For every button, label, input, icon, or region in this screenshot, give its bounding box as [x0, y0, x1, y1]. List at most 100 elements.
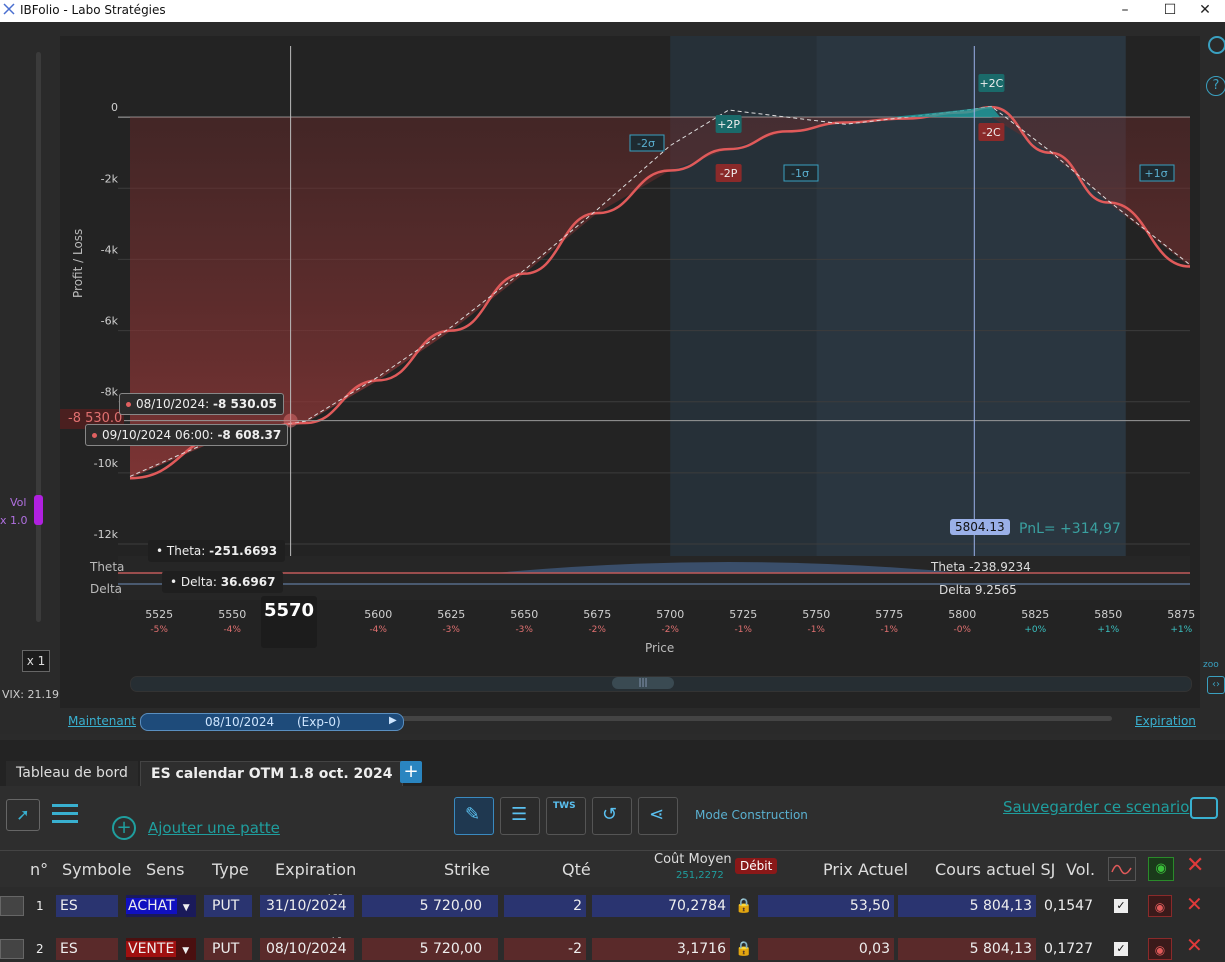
chart-scrollbar-thumb[interactable]: |||	[612, 677, 674, 689]
pnl-readout: PnL= +314,97	[1019, 521, 1121, 537]
now-link[interactable]: Maintenant	[68, 714, 136, 728]
pin-icon[interactable]: ➚	[6, 799, 40, 831]
row-price[interactable]: 0,03	[758, 938, 894, 960]
row-underlying[interactable]: 5 804,13	[898, 895, 1036, 917]
col-underlying: Cours actuel SJ	[935, 860, 1056, 879]
row-symbol[interactable]: ES	[56, 895, 118, 917]
expiration-link[interactable]: Expiration	[1135, 714, 1196, 728]
close-window-button[interactable]: ✕	[1185, 0, 1225, 22]
row-type[interactable]: PUT	[204, 895, 252, 917]
vol-slider-track[interactable]	[36, 52, 41, 622]
theta-tooltip: • Theta: -251.6693	[148, 540, 286, 562]
row-qty[interactable]: -2	[504, 938, 586, 960]
table-row[interactable]: 1 ES ACHAT▼ PUT J-23 31/10/2024 5 720,00…	[0, 893, 1225, 923]
col-side: Sens	[146, 860, 185, 879]
row-side[interactable]: ACHAT ▼	[126, 895, 196, 917]
history-icon: ↺	[602, 804, 618, 825]
row-hide-icon[interactable]: ◉	[1148, 938, 1172, 960]
zoom-label: zoo	[1203, 660, 1219, 670]
menu-icon[interactable]	[52, 804, 78, 824]
row-delete-icon[interactable]: ✕	[1186, 893, 1203, 915]
delete-all-icon[interactable]: ✕	[1186, 853, 1204, 878]
cursor-price: 5570	[263, 600, 315, 621]
x-tick-label: 5800	[948, 608, 976, 621]
x-pct-label: -5%	[150, 625, 168, 635]
settings-gear-icon[interactable]	[1208, 36, 1225, 54]
marker-plus-2p: +2P	[717, 118, 740, 131]
row-vol: 0,1547	[1044, 898, 1093, 914]
y-tick-label: -2k	[101, 172, 119, 185]
row-menu-icon[interactable]	[0, 939, 24, 959]
chart-svg[interactable]: 0 -2k -4k -6k -8k -10k -12k 5525 -5% 5550 -4% -4% 5…	[60, 36, 1200, 708]
tab-dashboard[interactable]: Tableau de bord	[6, 761, 138, 786]
chart-toggle-icon[interactable]	[1108, 857, 1136, 881]
sliders-tool-button[interactable]: ☰	[500, 797, 540, 835]
share-tool-button[interactable]: ⋖	[638, 797, 678, 835]
x-pct-label: -4%	[223, 625, 241, 635]
row-expiration[interactable]: 08/10/2024	[260, 938, 354, 960]
table-row[interactable]: 2 ES VENTE▼ PUT J-0 08/10/2024 5 720,00 …	[0, 930, 1225, 960]
x-axis-label: Price	[645, 641, 674, 655]
lock-icon[interactable]: 🔒	[734, 895, 754, 917]
delta-axis-label: Delta	[90, 582, 122, 596]
tws-icon: TWS	[553, 801, 576, 811]
timeline-slider[interactable]: 08/10/2024 (Exp-0) ▶	[140, 713, 404, 731]
camera-icon[interactable]	[1190, 797, 1218, 819]
tab-strategy[interactable]: ES calendar OTM 1.8 oct. 2024	[140, 761, 404, 787]
sigma-minus-1: -1σ	[791, 167, 809, 180]
row-number: 1	[36, 899, 44, 913]
tooltip-tomorrow: 09/10/2024 06:00: -8 608.37	[85, 424, 289, 446]
row-checkbox[interactable]: ✓	[1114, 899, 1128, 913]
add-tab-button[interactable]: +	[400, 761, 422, 783]
row-price[interactable]: 53,50	[758, 895, 894, 917]
minimize-button[interactable]: –	[1102, 0, 1148, 22]
row-checkbox[interactable]: ✓	[1114, 942, 1128, 956]
x-pct-label: -1%	[807, 625, 825, 635]
add-leg-link[interactable]: Ajouter une patte	[148, 819, 280, 837]
row-cost[interactable]: 70,2784	[592, 895, 730, 917]
sigma-minus-2: -2σ	[637, 137, 655, 150]
col-price: Prix Actuel	[823, 860, 909, 879]
visibility-toggle-icon[interactable]: ◉	[1148, 857, 1174, 881]
row-cost[interactable]: 3,1716	[592, 938, 730, 960]
debit-badge: Débit	[735, 858, 778, 874]
x-pct-label: -3%	[442, 625, 460, 635]
construction-tool-button[interactable]: ✎	[454, 797, 494, 835]
x-tick-label: 5825	[1021, 608, 1049, 621]
row-side[interactable]: VENTE ▼	[126, 938, 196, 960]
help-icon[interactable]: ?	[1206, 76, 1225, 96]
delta-readout: Delta 9.2565	[939, 583, 1017, 597]
lock-icon[interactable]: 🔒	[734, 938, 754, 960]
row-expiration[interactable]: 31/10/2024	[260, 895, 354, 917]
history-tool-button[interactable]: ↺	[592, 797, 632, 835]
row-symbol[interactable]: ES	[56, 938, 118, 960]
row-hide-icon[interactable]: ◉	[1148, 895, 1172, 917]
row-menu-icon[interactable]	[0, 896, 24, 916]
marker-minus-2p: -2P	[720, 167, 738, 180]
col-strike: Strike	[444, 860, 490, 879]
x-tick-label: 5675	[583, 608, 611, 621]
tws-tool-button[interactable]: TWS	[546, 797, 586, 835]
row-type[interactable]: PUT	[204, 938, 252, 960]
vol-slider-thumb[interactable]	[34, 495, 43, 525]
vix-readout: VIX: 21.19	[2, 688, 59, 701]
zoom-button[interactable]: ‹›	[1207, 676, 1225, 694]
y-axis-label: Profit / Loss	[71, 229, 85, 298]
row-underlying[interactable]: 5 804,13	[898, 938, 1036, 960]
payoff-chart[interactable]: 0 -2k -4k -6k -8k -10k -12k 5525 -5% 5550 -4% -4% 5…	[60, 36, 1200, 708]
save-scenario-link[interactable]: Sauvegarder ce scenario	[1003, 798, 1189, 816]
current-price-label: 5804.13	[950, 519, 1010, 535]
cost-subtotal: 251,2272	[676, 870, 724, 881]
marker-minus-2c: -2C	[982, 126, 1001, 139]
multiplier-button[interactable]: x 1	[22, 650, 50, 672]
add-leg-icon[interactable]: +	[112, 816, 136, 840]
row-strike[interactable]: 5 720,00	[362, 938, 498, 960]
row-strike[interactable]: 5 720,00	[362, 895, 498, 917]
row-delete-icon[interactable]: ✕	[1186, 934, 1203, 956]
window-title: IBFolio - Labo Stratégies	[20, 3, 166, 17]
timeline-exp: (Exp-0)	[297, 715, 341, 729]
brush-icon: ✎	[465, 804, 481, 825]
row-qty[interactable]: 2	[504, 895, 586, 917]
delta-tooltip: • Delta: 36.6967	[162, 571, 284, 593]
x-tick-label: 5700	[656, 608, 684, 621]
